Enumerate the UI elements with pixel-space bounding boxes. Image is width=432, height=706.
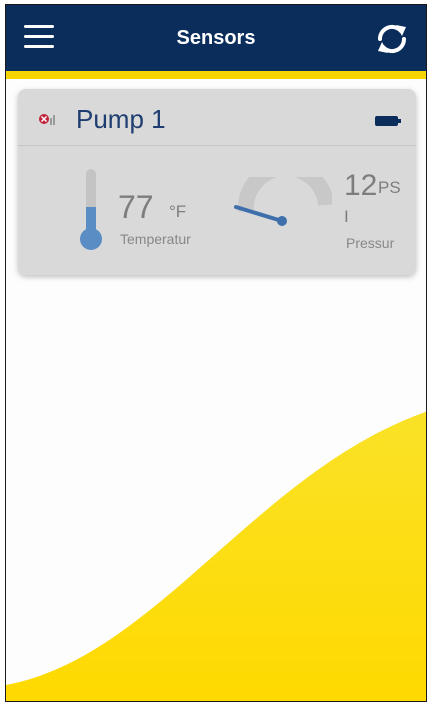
pressure-unit: PS: [378, 178, 401, 197]
temperature-value: 77: [118, 189, 154, 225]
decorative-yellow-wave: [6, 411, 426, 701]
header-accent-stripe: [6, 71, 426, 79]
battery-full-icon: [375, 116, 401, 126]
temperature-label: Temperatur: [120, 231, 191, 247]
sensor-name: Pump 1: [76, 104, 166, 134]
sensor-card-pump[interactable]: Pump 1 77 °F Temperatur 12 PS I Pressur: [18, 89, 416, 275]
top-app-bar: Sensors: [6, 5, 426, 71]
pressure-gauge-icon: [234, 177, 332, 226]
app-screen: Sensors Pump 1 77 °F Temperatur 12 PS I …: [5, 4, 427, 702]
temperature-unit: °F: [169, 202, 187, 221]
pressure-label: Pressur: [346, 235, 395, 251]
page-title: Sensors: [176, 27, 256, 49]
refresh-icon[interactable]: [374, 21, 410, 57]
pressure-unit-continued: I: [344, 207, 349, 226]
card-divider: [18, 145, 416, 146]
thermometer-icon: [80, 169, 102, 250]
signal-disconnected-icon: [39, 114, 55, 125]
pressure-value: 12: [344, 169, 378, 202]
